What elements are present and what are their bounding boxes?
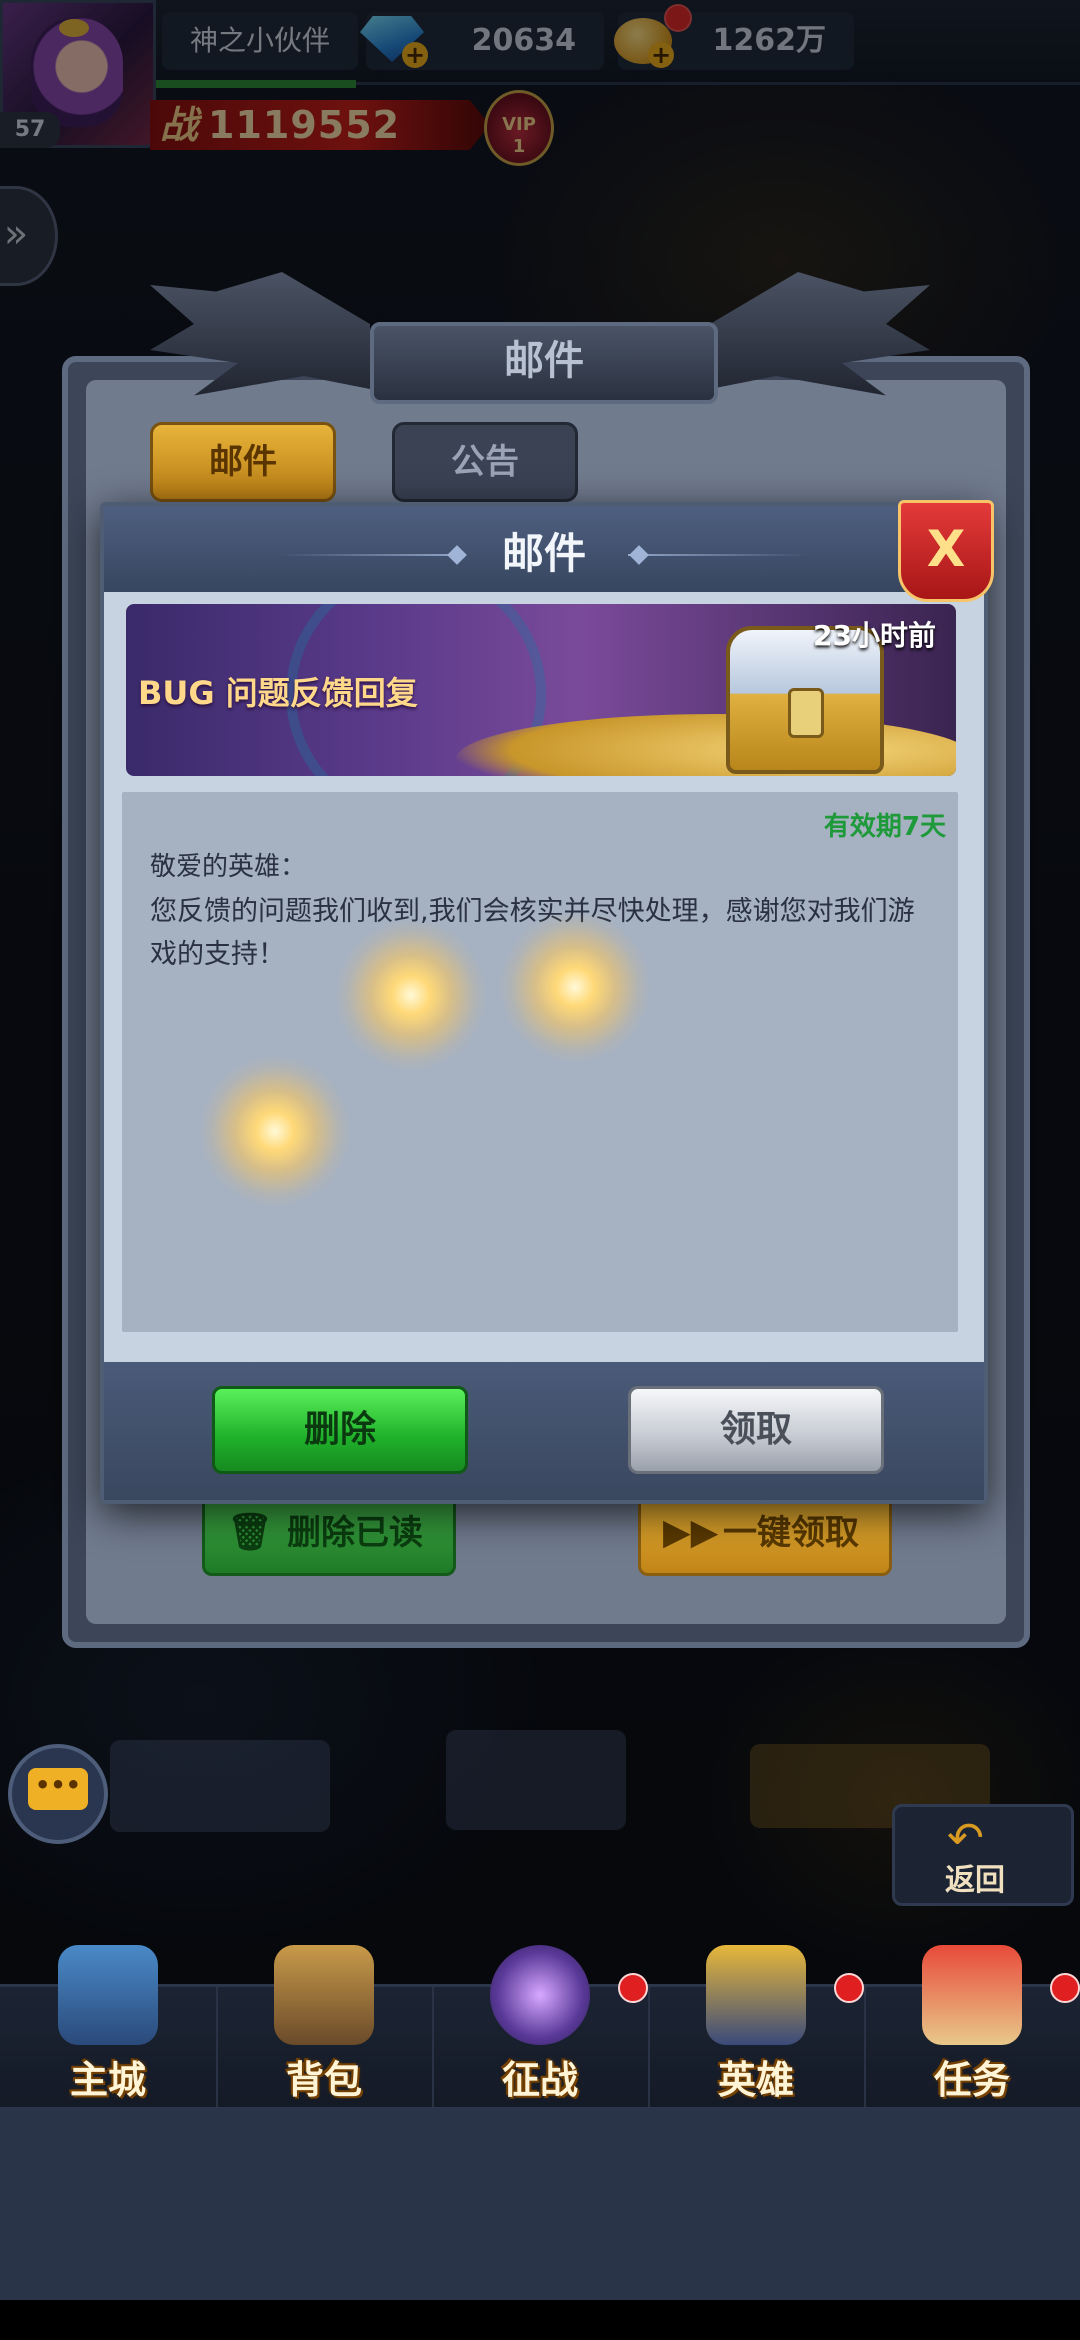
mail-body: 有效期7天 敬爱的英雄： 您反馈的问题我们收到,我们会核实并尽快处理，感谢您对我… — [122, 792, 958, 1332]
mail-time-ago: 23小时前 — [813, 619, 936, 652]
back-label: 返回 — [945, 1863, 1005, 1898]
right-wing-icon — [710, 272, 930, 396]
nav-label: 背包 — [285, 2058, 362, 2102]
nav-item-backpack[interactable]: 背包 — [216, 1945, 434, 2107]
mail-banner: BUG 问题反馈回复 23小时前 — [126, 604, 956, 776]
sparkle-glow-icon — [336, 920, 486, 1070]
close-button[interactable]: X — [898, 500, 994, 602]
chat-bubble-icon: ••• — [28, 1768, 88, 1810]
delete-read-label: 删除已读 — [287, 1513, 423, 1553]
quests-notification-dot — [1050, 1973, 1080, 2003]
tab-announcement[interactable]: 公告 — [392, 422, 578, 502]
chest-lock-icon — [788, 688, 824, 738]
mail-subject: BUG 问题反馈回复 — [138, 674, 418, 712]
hero-helmet-icon — [706, 1945, 806, 2045]
sparkle-glow-icon — [500, 912, 650, 1062]
back-button[interactable]: ↶ 返回 — [892, 1804, 1074, 1906]
bottom-blank-area — [0, 2108, 1080, 2300]
chat-button[interactable]: ••• — [8, 1744, 108, 1844]
quest-scroll-icon — [922, 1945, 1022, 2045]
battle-notification-dot — [618, 1973, 648, 2003]
castle-icon — [58, 1945, 158, 2045]
left-wing-icon — [150, 272, 370, 396]
nav-label: 征战 — [501, 2058, 578, 2102]
nav-item-main-city[interactable]: 主城 — [0, 1945, 218, 2107]
nav-label: 英雄 — [717, 2058, 794, 2102]
claim-all-label: 一键领取 — [723, 1513, 859, 1553]
fast-forward-icon: ▶▶ — [663, 1512, 719, 1553]
backpack-icon — [274, 1945, 374, 2045]
claim-button[interactable]: 领取 — [628, 1386, 884, 1474]
nav-item-quests[interactable]: 任务 — [864, 1945, 1080, 2107]
nav-item-heroes[interactable]: 英雄 — [648, 1945, 866, 2107]
nav-item-battle[interactable]: 征战 — [432, 1945, 650, 2107]
background-chat-bar — [110, 1740, 330, 1832]
dialog-header: 邮件 — [104, 506, 984, 592]
nav-label: 任务 — [933, 2058, 1010, 2102]
nav-label: 主城 — [69, 2058, 146, 2102]
dialog-title: 邮件 — [501, 529, 586, 578]
bottom-navigation: 主城 背包 征战 英雄 任务 — [0, 1945, 1080, 2110]
mail-detail-dialog: 邮件 X BUG 问题反馈回复 23小时前 有效期7天 敬爱的英雄： 您反馈的问… — [100, 500, 994, 1504]
mail-expiry: 有效期7天 — [823, 812, 946, 842]
heroes-notification-dot — [834, 1973, 864, 2003]
delete-button[interactable]: 删除 — [212, 1386, 468, 1474]
battle-icon — [490, 1945, 590, 2045]
system-navigation-bar — [0, 2300, 1080, 2340]
tab-mail[interactable]: 邮件 — [150, 422, 336, 502]
background-event-icon — [446, 1730, 626, 1830]
trash-icon: 🗑 — [227, 1512, 273, 1553]
mail-greeting: 敬爱的英雄： — [150, 852, 307, 882]
sparkle-glow-icon — [200, 1056, 350, 1206]
mail-panel-title: 邮件 — [370, 322, 718, 404]
